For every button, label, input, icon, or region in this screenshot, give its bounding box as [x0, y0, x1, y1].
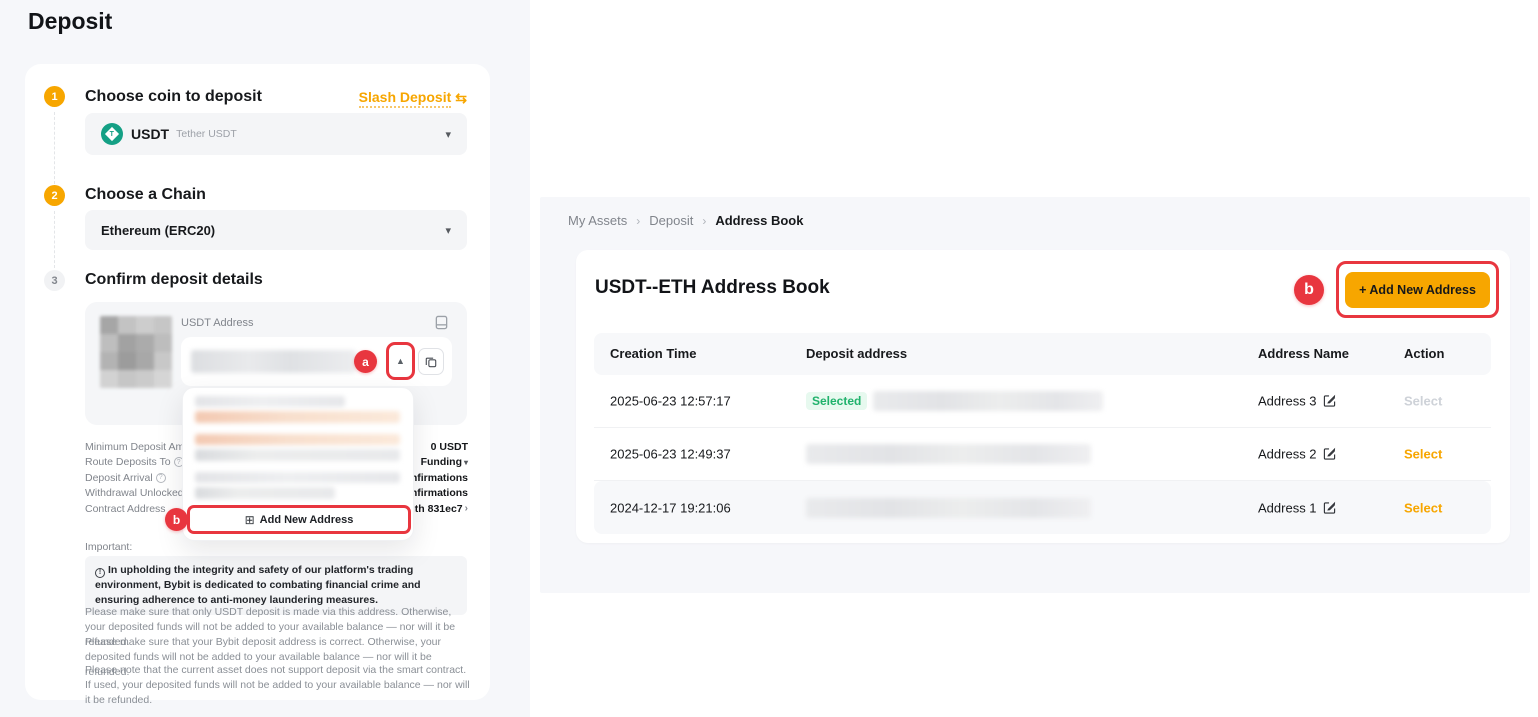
- step-2-title: Choose a Chain: [85, 186, 206, 204]
- deposit-steps-card: 1 Choose coin to deposit Slash Deposit ⇆…: [25, 64, 490, 700]
- edit-address-icon[interactable]: [1323, 501, 1336, 514]
- address-option[interactable]: [195, 396, 403, 423]
- annotation-b: b: [165, 508, 188, 531]
- chevron-up-icon[interactable]: ▲: [396, 356, 405, 366]
- page-title: Deposit: [28, 8, 112, 35]
- detail-value: 0 USDT: [431, 441, 468, 453]
- step-2-badge: 2: [44, 185, 65, 206]
- step-1-title: Choose coin to deposit: [85, 88, 262, 106]
- edit-address-icon[interactable]: [1323, 448, 1336, 461]
- table-header-row: Creation Time Deposit address Address Na…: [594, 333, 1491, 375]
- deposit-address-blurred: [191, 350, 356, 373]
- detail-label: Route Deposits To: [85, 456, 171, 468]
- address-book-card: USDT--ETH Address Book + Add New Address…: [576, 250, 1510, 543]
- swap-arrows-icon: ⇆: [455, 90, 467, 107]
- address-name: Address 3: [1258, 394, 1317, 409]
- chevron-right-icon: ›: [465, 503, 468, 514]
- chevron-down-icon: ▾: [445, 128, 451, 141]
- coin-select[interactable]: T USDT Tether USDT ▾: [85, 113, 467, 155]
- address-option[interactable]: [195, 472, 403, 499]
- deposit-address-blurred: [806, 498, 1091, 518]
- warning-paragraph: Please note that the current asset does …: [85, 663, 470, 709]
- step-connector: [54, 211, 55, 268]
- address-option-blurred: [195, 487, 335, 499]
- add-new-address-label: Add New Address: [260, 514, 354, 526]
- address-book-heading: USDT--ETH Address Book: [595, 277, 830, 299]
- annotation-a: a: [354, 350, 377, 373]
- coin-symbol: USDT: [131, 126, 169, 142]
- detail-label: Deposit Arrival: [85, 472, 153, 484]
- address-name: Address 1: [1258, 500, 1317, 515]
- slash-deposit-link[interactable]: Slash Deposit ⇆: [359, 89, 467, 108]
- header-action: Action: [1404, 333, 1444, 375]
- deposit-address-field: a ▲: [181, 337, 452, 386]
- annotation-box-address-toggle: ▲: [386, 342, 415, 380]
- address-book-icon[interactable]: [434, 315, 449, 335]
- address-dropdown: ⊞ Add New Address: [182, 387, 414, 541]
- header-creation-time: Creation Time: [610, 333, 696, 375]
- address-option-blurred: [195, 472, 400, 483]
- slash-deposit-label: Slash Deposit: [359, 89, 452, 108]
- breadcrumb: My Assets › Deposit › Address Book: [568, 213, 803, 228]
- detail-label: Withdrawal Unlocked: [85, 487, 184, 499]
- table-row: 2025-06-23 12:57:17 Selected Address 3 S…: [594, 375, 1491, 428]
- usdt-coin-icon: T: [101, 123, 123, 145]
- table-row: 2025-06-23 12:49:37 Address 2 Select: [594, 428, 1491, 481]
- creation-time: 2025-06-23 12:49:37: [610, 447, 731, 462]
- deposit-address-blurred: [806, 444, 1091, 464]
- select-action[interactable]: Select: [1404, 394, 1442, 409]
- chevron-right-icon: ›: [636, 214, 640, 228]
- qr-code-blurred: [100, 316, 172, 388]
- chevron-right-icon: ›: [702, 214, 706, 228]
- header-deposit-address: Deposit address: [806, 333, 907, 375]
- address-option-blurred: [195, 396, 345, 407]
- address-option-blurred: [195, 411, 400, 423]
- select-action[interactable]: Select: [1404, 447, 1442, 462]
- deposit-page-column: Deposit 1 Choose coin to deposit Slash D…: [0, 0, 530, 717]
- step-3-badge: 3: [44, 270, 65, 291]
- chevron-down-icon: ▾: [445, 224, 451, 237]
- creation-time: 2024-12-17 19:21:06: [610, 500, 731, 515]
- table-row: 2024-12-17 19:21:06 Address 1 Select: [594, 481, 1491, 534]
- breadcrumb-my-assets[interactable]: My Assets: [568, 213, 627, 228]
- step-3-title: Confirm deposit details: [85, 271, 263, 289]
- address-book-panel: My Assets › Deposit › Address Book USDT-…: [540, 197, 1530, 593]
- help-icon[interactable]: ?: [156, 473, 166, 483]
- coin-name: Tether USDT: [176, 128, 237, 140]
- address-option-blurred: [195, 434, 400, 445]
- address-name: Address 2: [1258, 447, 1317, 462]
- annotation-b: b: [1294, 275, 1324, 305]
- step-connector: [54, 112, 55, 184]
- address-book-table: Creation Time Deposit address Address Na…: [594, 333, 1491, 534]
- info-icon: !: [95, 568, 105, 578]
- breadcrumb-deposit[interactable]: Deposit: [649, 213, 693, 228]
- add-new-address-dropdown-button[interactable]: ⊞ Add New Address: [187, 505, 411, 534]
- select-action[interactable]: Select: [1404, 500, 1442, 515]
- notice-text: In upholding the integrity and safety of…: [95, 564, 421, 606]
- copy-address-button[interactable]: [418, 348, 444, 375]
- step-1-badge: 1: [44, 86, 65, 107]
- detail-label: Contract Address: [85, 503, 166, 515]
- address-label: USDT Address: [181, 317, 254, 329]
- creation-time: 2025-06-23 12:57:17: [610, 394, 731, 409]
- detail-value: Funding: [421, 456, 462, 468]
- chain-select[interactable]: Ethereum (ERC20) ▾: [85, 210, 467, 250]
- selected-badge: Selected: [806, 392, 867, 410]
- chain-value: Ethereum (ERC20): [101, 223, 215, 238]
- header-address-name: Address Name: [1258, 333, 1349, 375]
- address-option-blurred: [195, 449, 400, 461]
- deposit-address-blurred: [873, 391, 1103, 411]
- breadcrumb-address-book: Address Book: [715, 213, 803, 228]
- add-new-address-button[interactable]: + Add New Address: [1345, 272, 1490, 308]
- important-label: Important:: [85, 541, 132, 553]
- plus-square-icon: ⊞: [245, 513, 255, 527]
- edit-address-icon[interactable]: [1323, 395, 1336, 408]
- address-option[interactable]: [195, 434, 403, 461]
- chevron-down-icon: ▾: [464, 458, 468, 467]
